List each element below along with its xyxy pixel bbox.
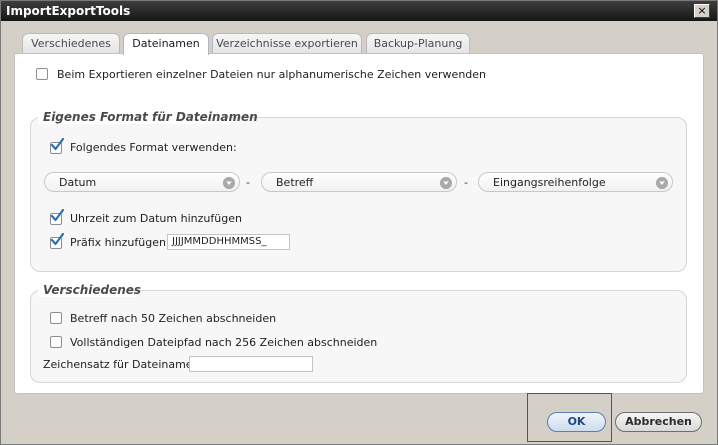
alphanumeric-label: Beim Exportieren einzelner Dateien nur a… — [57, 68, 487, 81]
checkmark-icon — [50, 138, 64, 151]
format-select-3[interactable]: Eingangsreihenfolge — [478, 172, 673, 192]
separator-1: - — [246, 176, 250, 189]
prefix-input[interactable]: JJJJMMDDHHMMSS_ — [167, 234, 290, 250]
title-bar[interactable]: ImportExportTools — [1, 1, 717, 21]
chevron-down-icon — [440, 177, 452, 189]
format-select-2-value: Betreff — [276, 176, 314, 189]
misc-group-title: Verschiedenes — [43, 283, 142, 297]
cancel-button[interactable]: Abbrechen — [615, 412, 702, 432]
window-title: ImportExportTools — [6, 4, 131, 18]
tab-backup-planung[interactable]: Backup-Planung — [366, 33, 470, 54]
format-select-1[interactable]: Datum — [44, 172, 240, 192]
use-format-label: Folgendes Format verwenden: — [70, 141, 237, 154]
chevron-down-icon — [223, 177, 235, 189]
charset-label: Zeichensatz für Dateinamen: — [43, 358, 204, 371]
tab-dateinamen[interactable]: Dateinamen — [123, 33, 209, 55]
truncate-path-label: Vollständigen Dateipfad nach 256 Zeichen… — [70, 336, 378, 349]
separator-2: - — [464, 176, 468, 189]
add-time-label: Uhrzeit zum Datum hinzufügen — [70, 212, 242, 225]
tab-verzeichnisse-exportieren[interactable]: Verzeichnisse exportieren — [212, 33, 362, 54]
checkmark-icon — [50, 209, 64, 222]
format-select-2[interactable]: Betreff — [261, 172, 457, 192]
alphanumeric-checkbox[interactable] — [36, 68, 48, 80]
add-prefix-label: Präfix hinzufügen — [70, 236, 166, 249]
format-group-title: Eigenes Format für Dateinamen — [43, 110, 258, 124]
close-button[interactable]: × — [694, 4, 710, 18]
chevron-down-icon — [656, 177, 668, 189]
charset-input[interactable] — [189, 356, 313, 372]
truncate-subject-label: Betreff nach 50 Zeichen abschneiden — [70, 312, 277, 325]
checkmark-icon — [50, 233, 64, 246]
truncate-subject-checkbox[interactable] — [50, 312, 62, 324]
tab-verschiedenes[interactable]: Verschiedenes — [22, 33, 120, 54]
format-select-1-value: Datum — [59, 176, 97, 189]
format-select-3-value: Eingangsreihenfolge — [493, 176, 606, 189]
truncate-path-checkbox[interactable] — [50, 336, 62, 348]
ok-button[interactable]: OK — [547, 412, 606, 432]
